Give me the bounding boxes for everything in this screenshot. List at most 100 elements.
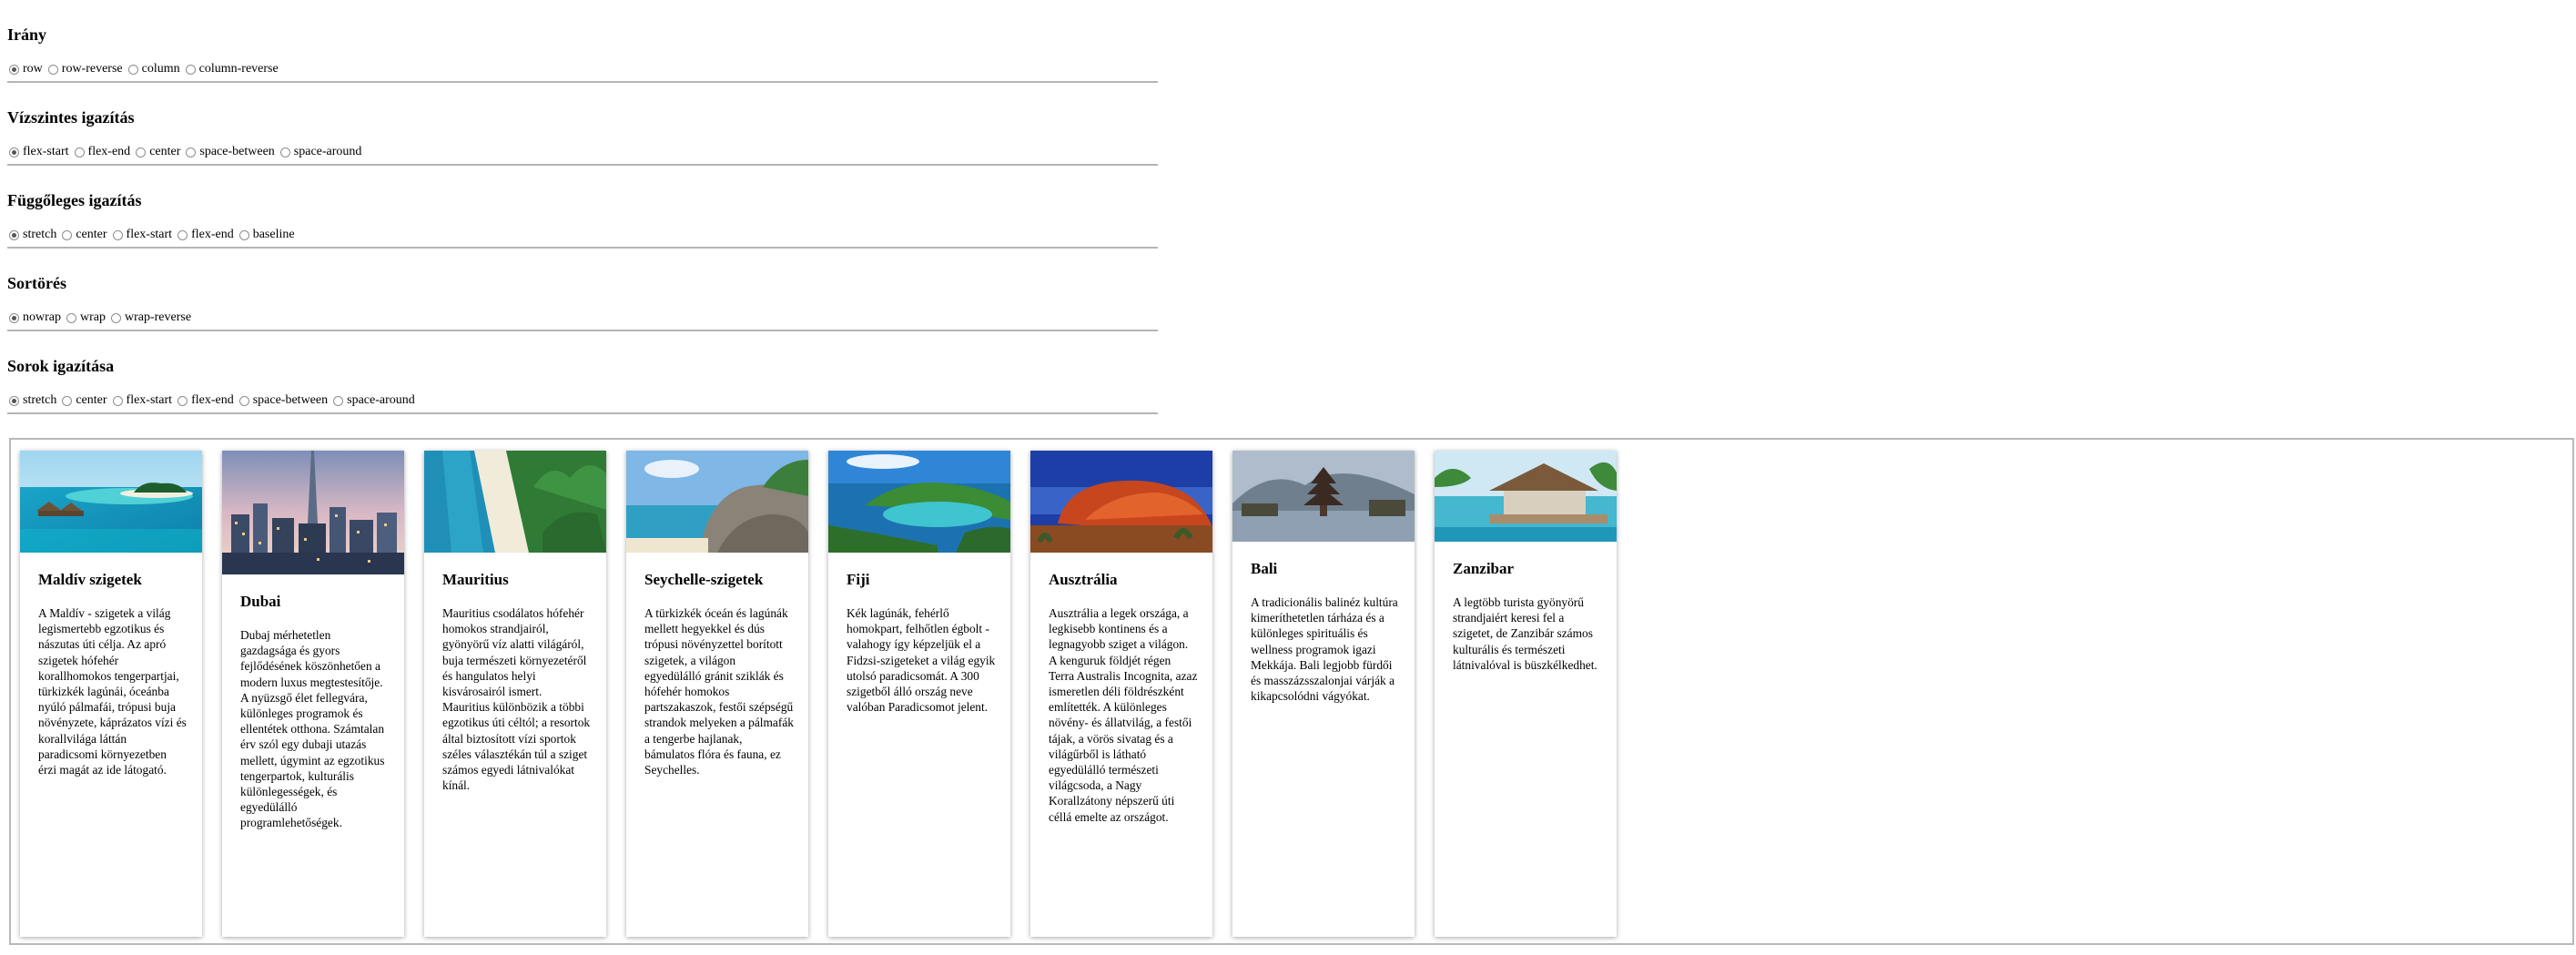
radio-option-direction-row-reverse[interactable]: row-reverse xyxy=(47,62,123,76)
radio-button-icon[interactable] xyxy=(47,64,58,75)
destination-title-mauritius: Mauritius xyxy=(442,571,509,588)
radio-option-label: space-between xyxy=(252,393,329,407)
radio-option-justify-space-around[interactable]: space-around xyxy=(279,145,362,159)
radio-button-icon[interactable] xyxy=(238,229,249,240)
radio-button-icon[interactable] xyxy=(279,147,290,157)
justify-group: Vízszintes igazítás flex-start flex-end ce… xyxy=(7,83,1158,166)
radio-option-label: wrap xyxy=(80,310,106,324)
radio-option-label: space-around xyxy=(347,393,415,407)
radio-option-wrap-wrap-reverse[interactable]: wrap-reverse xyxy=(111,310,191,325)
align-content-options: stretch center flex-start flex-end space-bet… xyxy=(9,393,421,408)
radio-option-wrap-wrap[interactable]: wrap xyxy=(66,310,106,325)
radio-button-icon[interactable] xyxy=(238,395,249,406)
radio-option-label: column-reverse xyxy=(198,62,279,76)
destination-title-zanzibar: Zanzibar xyxy=(1453,560,1515,577)
radio-option-label: flex-start xyxy=(126,393,173,407)
destination-card-mauritius: Mauritius Mauritius csodálatos hófehér h… xyxy=(424,451,606,937)
radio-option-justify-space-between[interactable]: space-between xyxy=(186,145,275,159)
radio-button-icon[interactable] xyxy=(333,395,344,406)
radio-button-icon[interactable] xyxy=(9,64,19,75)
radio-button-icon[interactable] xyxy=(112,229,123,240)
destination-text-fiji: Kék lagúnák, fehérlő homokpart, felhőtle… xyxy=(847,606,996,715)
radio-button-icon[interactable] xyxy=(9,229,19,240)
destination-card-seychelles: Seychelle-szigetek A türkizkék óceán és … xyxy=(626,451,808,937)
destination-image-bali xyxy=(1232,451,1415,542)
radio-option-justify-center[interactable]: center xyxy=(136,145,180,159)
radio-button-icon[interactable] xyxy=(136,147,147,157)
radio-option-align-items-flex-start[interactable]: flex-start xyxy=(112,228,173,242)
radio-option-label: row-reverse xyxy=(61,62,123,76)
radio-option-justify-flex-end[interactable]: flex-end xyxy=(74,145,131,159)
radio-button-icon[interactable] xyxy=(111,312,121,323)
radio-option-justify-flex-start[interactable]: flex-start xyxy=(9,145,69,159)
radio-button-icon[interactable] xyxy=(9,395,19,406)
radio-option-align-items-flex-end[interactable]: flex-end xyxy=(177,228,234,242)
radio-option-align-content-stretch[interactable]: stretch xyxy=(9,393,56,408)
direction-options: row row-reverse column column-reverse xyxy=(9,62,284,76)
destination-image-australia xyxy=(1030,451,1212,553)
destination-text-zanzibar: A legtöbb turista gyönyörű strandjaiért … xyxy=(1453,595,1597,672)
radio-option-label: stretch xyxy=(23,228,57,241)
radio-option-align-content-space-between[interactable]: space-between xyxy=(238,393,329,408)
destination-image-seychelles xyxy=(626,451,808,553)
radio-button-icon[interactable] xyxy=(62,395,73,406)
align-content-group: Sorok igazítása stretch center flex-start f… xyxy=(7,331,1158,414)
radio-button-icon[interactable] xyxy=(185,64,196,75)
radio-option-align-content-flex-end[interactable]: flex-end xyxy=(177,393,234,408)
direction-title: Irány xyxy=(7,25,47,44)
destination-card-zanzibar: Zanzibar A legtöbb turista gyönyörű stra… xyxy=(1435,451,1617,937)
radio-option-align-content-flex-start[interactable]: flex-start xyxy=(112,393,173,408)
radio-option-label: flex-start xyxy=(23,145,69,158)
destination-card-dubai: Dubai Dubaj mérhetetlen gazdagsága és gy… xyxy=(222,451,404,937)
radio-button-icon[interactable] xyxy=(177,229,188,240)
destination-image-fiji xyxy=(828,451,1010,553)
radio-option-label: row xyxy=(23,62,43,76)
radio-option-wrap-nowrap[interactable]: nowrap xyxy=(9,310,61,325)
radio-option-label: space-around xyxy=(293,145,362,158)
align-items-group: Függőleges igazítás stretch center flex-st… xyxy=(7,166,1158,249)
radio-button-icon[interactable] xyxy=(112,395,123,406)
radio-option-align-content-center[interactable]: center xyxy=(62,393,107,408)
justify-title: Vízszintes igazítás xyxy=(7,108,135,127)
radio-option-label: center xyxy=(149,145,181,158)
wrap-options: nowrap wrap wrap-reverse xyxy=(9,310,197,325)
destination-text-maldives: A Maldív - szigetek a világ legismertebb… xyxy=(38,606,187,777)
radio-option-label: flex-end xyxy=(87,145,131,158)
radio-button-icon[interactable] xyxy=(74,147,85,157)
radio-option-label: stretch xyxy=(23,393,57,407)
radio-button-icon[interactable] xyxy=(127,64,138,75)
radio-option-align-items-center[interactable]: center xyxy=(62,228,107,242)
radio-option-direction-column-reverse[interactable]: column-reverse xyxy=(185,62,279,76)
justify-options: flex-start flex-end center space-between spa… xyxy=(9,145,367,159)
radio-option-align-items-stretch[interactable]: stretch xyxy=(9,228,56,242)
direction-group: Irány row row-reverse column column-reverse xyxy=(7,0,1158,83)
radio-button-icon[interactable] xyxy=(177,395,188,406)
destination-text-dubai: Dubaj mérhetetlen gazdagsága és gyors fe… xyxy=(240,628,385,830)
radio-option-label: flex-end xyxy=(191,228,234,241)
destination-title-bali: Bali xyxy=(1251,560,1278,577)
radio-option-direction-row[interactable]: row xyxy=(9,62,43,76)
radio-button-icon[interactable] xyxy=(62,229,73,240)
radio-option-label: baseline xyxy=(252,228,295,241)
radio-button-icon[interactable] xyxy=(186,147,197,157)
destination-text-seychelles: A türkizkék óceán és lagúnák mellett heg… xyxy=(644,606,794,777)
radio-option-label: space-between xyxy=(199,145,275,158)
destination-image-mauritius xyxy=(424,451,606,553)
radio-option-direction-column[interactable]: column xyxy=(127,62,180,76)
radio-option-align-content-space-around[interactable]: space-around xyxy=(333,393,415,408)
flex-container: Maldív szigetek A Maldív - szigetek a vi… xyxy=(9,438,2574,945)
radio-button-icon[interactable] xyxy=(66,312,76,323)
destination-image-dubai xyxy=(222,451,404,574)
destination-title-dubai: Dubai xyxy=(240,593,281,610)
destination-text-mauritius: Mauritius csodálatos hófehér homokos str… xyxy=(442,606,591,793)
radio-button-icon[interactable] xyxy=(9,147,19,157)
radio-option-label: nowrap xyxy=(23,310,61,324)
destination-title-maldives: Maldív szigetek xyxy=(38,571,142,588)
destination-image-maldives xyxy=(20,451,202,553)
radio-option-align-items-baseline[interactable]: baseline xyxy=(238,228,295,242)
radio-button-icon[interactable] xyxy=(9,312,19,323)
radio-option-label: flex-start xyxy=(126,228,173,241)
align-items-options: stretch center flex-start flex-end baseline xyxy=(9,228,300,242)
wrap-title: Sortörés xyxy=(7,274,66,292)
align-items-title: Függőleges igazítás xyxy=(7,191,142,209)
